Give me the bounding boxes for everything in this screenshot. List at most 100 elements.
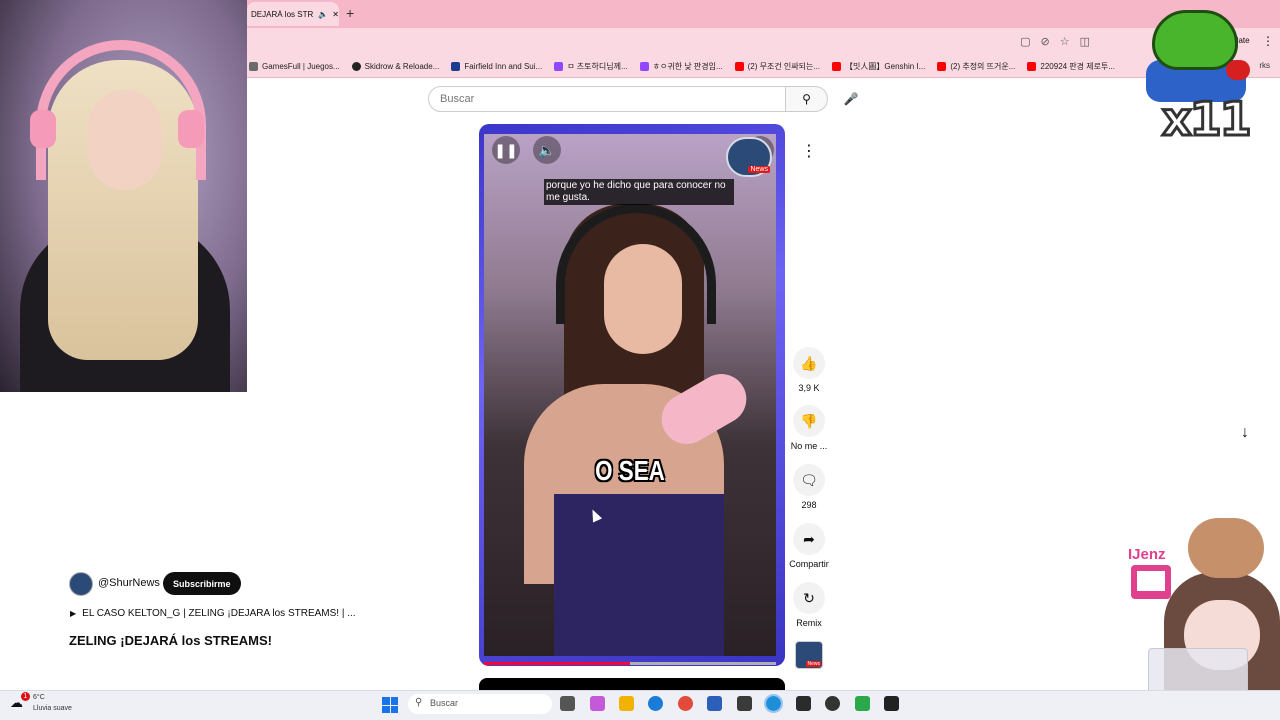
remix-button[interactable]: ↻ — [793, 582, 825, 614]
bookmark-item[interactable]: 【밋人圖】Genshin I... — [832, 61, 925, 72]
search-button[interactable]: ⚲ — [786, 86, 828, 112]
windows-logo-tile — [390, 697, 398, 705]
eye-off-icon[interactable]: ⊘ — [1041, 35, 1050, 48]
streamer-tag: IJenz — [1128, 546, 1166, 563]
start-menu-button[interactable] — [382, 697, 398, 713]
cast-icon[interactable]: ▢ — [1020, 35, 1030, 48]
channel-avatar[interactable] — [69, 572, 93, 596]
video-progress-bar[interactable] — [484, 662, 776, 665]
star-icon[interactable]: ☆ — [1060, 35, 1070, 48]
headset-earcup — [30, 110, 56, 148]
bookmark-label: ㅁ 츠토하디님께... — [567, 62, 628, 71]
watermark-badge: News — [748, 166, 770, 173]
bookmark-item[interactable]: GamesFull | Juegos... — [249, 62, 340, 71]
bookmark-label: 220924 판경 제로투... — [1040, 62, 1115, 71]
playlist-link[interactable]: ▶ EL CASO KELTON_G | ZELING ¡DEJARA los S… — [70, 608, 356, 619]
file-explorer-icon[interactable] — [619, 696, 634, 711]
like-count: 3,9 K — [798, 383, 820, 393]
thumbs-up-icon: 👍 — [800, 354, 818, 371]
weather-temperature: 6°C — [33, 694, 45, 701]
bookmark-label: ㅎㅇ귀한 낮 판경임... — [652, 62, 723, 71]
taskbar-search-box[interactable]: ⚲ Buscar — [408, 694, 552, 714]
bookmark-item[interactable]: ㅁ 츠토하디님께... — [554, 61, 628, 72]
remix-icon: ↻ — [803, 589, 815, 606]
voice-search-button[interactable]: 🎤 — [838, 86, 864, 112]
video-caption: O SEA — [595, 455, 665, 486]
store-icon[interactable] — [707, 696, 722, 711]
webcam-headset — [36, 40, 206, 180]
bookmark-item[interactable]: ㅎㅇ귀한 낮 판경임... — [639, 61, 723, 72]
channel-handle[interactable]: @ShurNews — [98, 577, 160, 589]
chrome-active-icon[interactable] — [764, 694, 783, 713]
bookmark-item[interactable]: (2) 무조건 인싸되는... — [734, 61, 821, 72]
twitch-favicon-icon — [554, 62, 564, 71]
streamer-webcam — [0, 0, 247, 392]
video-subject-top — [554, 494, 724, 656]
bookmark-favicon-icon — [451, 62, 461, 71]
dislike-button[interactable]: 👎 — [793, 405, 825, 437]
obs-icon[interactable] — [825, 696, 840, 711]
browser-tab-active[interactable]: DEJARÁ los STR 🔈 ✕ — [247, 2, 339, 26]
windows-logo-tile — [390, 705, 398, 713]
dislike-label: No me ... — [790, 441, 828, 451]
app-green-icon[interactable] — [855, 696, 870, 711]
emote-counter: x11 — [1161, 91, 1254, 148]
weather-condition: Lluvia suave — [33, 705, 72, 712]
pause-button[interactable]: ❚❚ — [492, 136, 520, 164]
video-subtitle: porque yo he dicho que para conocer no m… — [544, 179, 734, 205]
video-progress-fill — [484, 662, 630, 665]
volume-icon: 🔈 — [538, 141, 556, 158]
windows-taskbar — [0, 690, 1280, 720]
remix-label: Remix — [796, 618, 822, 628]
frog-emote-overlay: x11 — [1146, 10, 1266, 150]
task-view-icon[interactable] — [560, 696, 575, 711]
bookmark-label: Skidrow & Reloade... — [364, 62, 440, 71]
youtube-favicon-icon — [1027, 62, 1037, 71]
capcut-icon[interactable] — [737, 696, 752, 711]
more-options-button[interactable]: ⋮ — [796, 138, 822, 164]
more-vert-icon: ⋮ — [801, 143, 817, 160]
play-triangle-icon: ▶ — [70, 609, 77, 618]
bookmark-item[interactable]: Fairfield Inn and Sui... — [451, 62, 542, 71]
channel-badge: News — [806, 661, 821, 667]
youtube-favicon-icon — [734, 62, 744, 71]
bookmark-item[interactable]: (2) 추정의 뜨거운... — [937, 61, 1015, 72]
extensions-icon[interactable]: ◫ — [1080, 35, 1090, 48]
comment-icon: 🗨 — [800, 471, 818, 488]
taskbar-search-placeholder: Buscar — [430, 698, 459, 708]
close-tab-icon[interactable]: ✕ — [332, 10, 339, 19]
youtube-favicon-icon — [937, 62, 947, 71]
search-icon: ⚲ — [802, 92, 811, 106]
copilot-icon[interactable] — [590, 696, 605, 711]
search-input[interactable]: Buscar — [428, 86, 786, 112]
bookmark-favicon-icon — [249, 62, 258, 71]
new-tab-icon[interactable]: + — [346, 5, 354, 21]
speaker-icon[interactable]: 🔈 — [318, 10, 328, 19]
microphone-icon: 🎤 — [843, 92, 859, 106]
windows-logo-tile — [382, 705, 390, 713]
bookmark-item[interactable]: 220924 판경 제로투... — [1027, 61, 1115, 72]
headset-earcup — [178, 110, 204, 148]
share-button[interactable]: ➦ — [793, 523, 825, 555]
channel-avatar-button[interactable]: News — [795, 641, 823, 669]
bookmark-label: (2) 무조건 인싸되는... — [747, 62, 821, 71]
subscribe-button[interactable]: Subscribirme — [163, 572, 241, 595]
channel-watermark: News — [726, 137, 772, 177]
search-icon: ⚲ — [415, 697, 423, 708]
comments-button[interactable]: 🗨 — [793, 464, 825, 496]
shorts-video[interactable] — [484, 134, 776, 656]
next-video-button[interactable]: ↓ — [1234, 422, 1256, 444]
volume-button[interactable]: 🔈 — [533, 136, 561, 164]
bookmark-favicon-icon — [351, 62, 361, 71]
game-launcher-icon[interactable] — [796, 696, 811, 711]
weather-alert-badge: 1 — [21, 692, 30, 701]
bookmark-item[interactable]: Skidrow & Reloade... — [351, 62, 440, 71]
arrow-down-icon: ↓ — [1241, 424, 1249, 441]
chrome-icon[interactable] — [678, 696, 693, 711]
frog-head — [1152, 10, 1238, 70]
edge-icon[interactable] — [648, 696, 663, 711]
like-button[interactable]: 👍 — [793, 347, 825, 379]
next-short-preview[interactable] — [479, 678, 785, 690]
epic-games-icon[interactable] — [884, 696, 899, 711]
bookmark-label: Fairfield Inn and Sui... — [464, 62, 543, 71]
